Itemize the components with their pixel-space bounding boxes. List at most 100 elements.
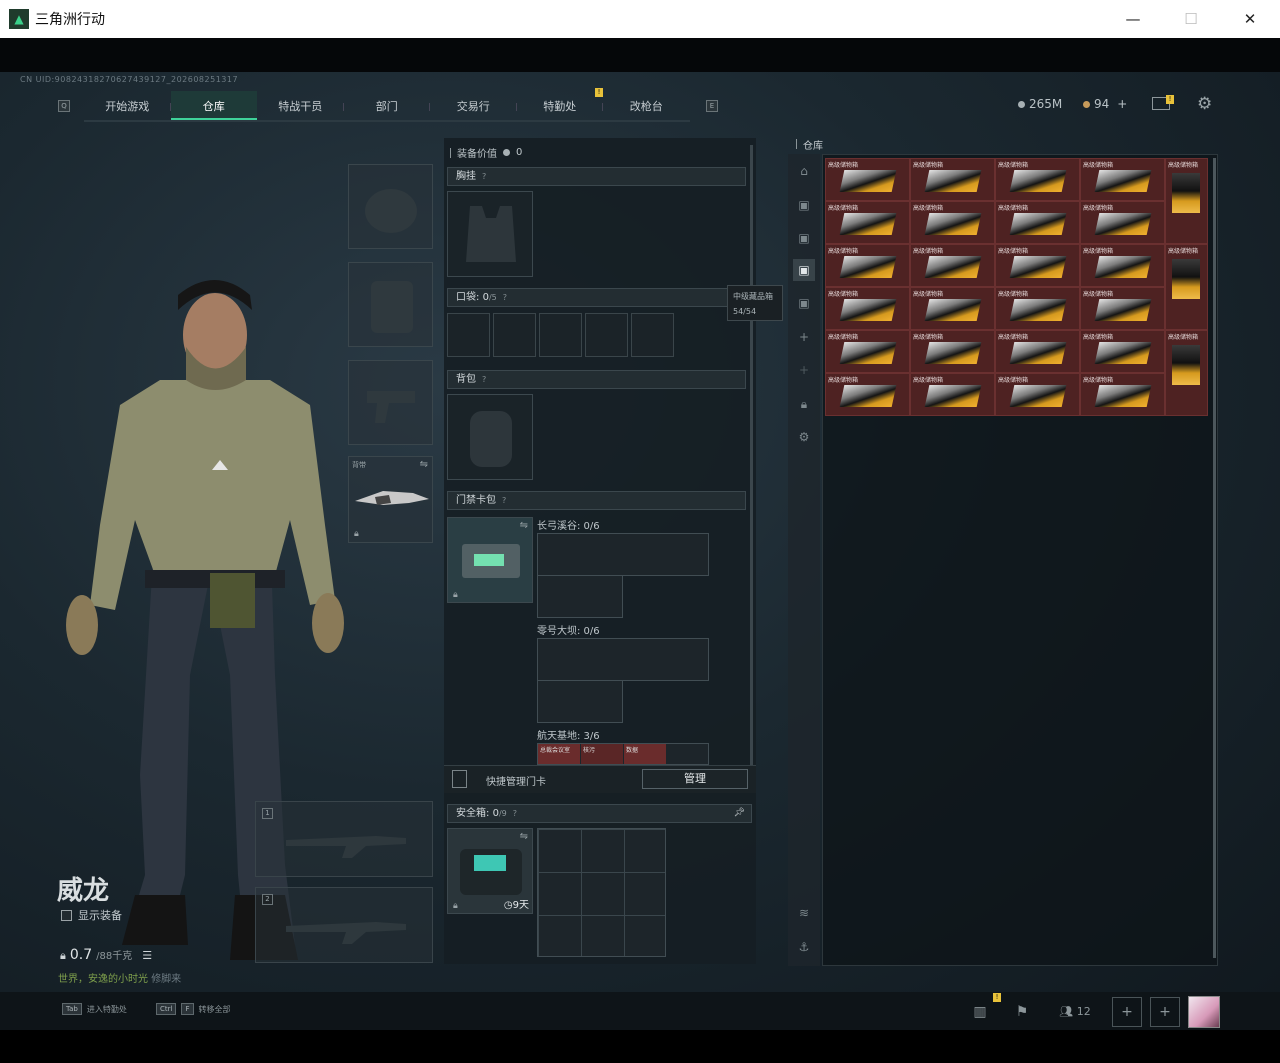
stash-item-storage-box[interactable]: 高级储物箱 — [1080, 201, 1165, 244]
stash-item-storage-box[interactable]: 高级储物箱 — [1080, 373, 1165, 416]
show-equipment-toggle[interactable]: 显示装备 — [61, 907, 122, 923]
help-icon[interactable]: ? — [482, 375, 486, 384]
helmet-slot[interactable] — [348, 164, 433, 249]
pocket-slot[interactable] — [493, 313, 536, 357]
pocket-slot[interactable] — [539, 313, 582, 357]
keycard-grid[interactable] — [537, 533, 709, 576]
add-stash-icon[interactable]: + — [793, 359, 815, 381]
list-icon[interactable]: ☰ — [142, 949, 152, 962]
stash-item-storage-box[interactable]: 高级储物箱 — [910, 158, 995, 201]
stash-item-storage-box[interactable]: 高级储物箱 — [825, 373, 910, 416]
keycard-grid[interactable] — [537, 575, 623, 618]
stash-item-storage-box[interactable]: 高级储物箱 — [910, 244, 995, 287]
gold-currency[interactable]: 94 + — [1083, 97, 1127, 111]
anchor-icon[interactable]: ⚓ — [793, 936, 815, 958]
stash-tab-icon[interactable]: ▣ — [793, 227, 815, 249]
keycard-grid[interactable] — [537, 638, 709, 681]
lock-icon[interactable]: 🔒︎ — [793, 393, 815, 415]
keycard-item[interactable]: 数据 — [624, 744, 666, 764]
add-teammate-button[interactable]: + — [1150, 997, 1180, 1027]
stash-item-storage-box[interactable]: 高级储物箱 — [825, 201, 910, 244]
stash-item-storage-box[interactable]: 高级储物箱 — [910, 373, 995, 416]
safebox-slot[interactable]: ⇋ 🔒︎ ◷9天 — [447, 828, 533, 914]
swap-icon[interactable]: ⇋ — [520, 831, 528, 842]
nav-next-key[interactable]: E — [706, 100, 718, 112]
stash-item-storage-box[interactable]: 高级储物箱 — [910, 330, 995, 373]
add-gold-button[interactable]: + — [1117, 97, 1127, 111]
safebox-grid[interactable] — [537, 828, 666, 957]
stash-item-storage-box[interactable]: 高级储物箱 — [1080, 244, 1165, 287]
tab-gunsmith[interactable]: 改枪台 — [603, 91, 690, 120]
settings-gear-icon[interactable]: ⚙ — [1197, 94, 1212, 114]
stats-icon[interactable]: ▥ — [965, 998, 995, 1026]
close-button[interactable]: ✕ — [1227, 0, 1273, 38]
stash-scrollbar[interactable] — [1213, 158, 1216, 958]
tab-department[interactable]: 部门 — [344, 91, 430, 120]
tab-trading[interactable]: 交易行 — [430, 91, 517, 120]
stash-item-storage-box[interactable]: 高级储物箱 — [825, 158, 910, 201]
stash-tab-icon[interactable]: ▣ — [793, 292, 815, 314]
pocket-slot[interactable] — [585, 313, 628, 357]
nav-prev-key[interactable]: Q — [58, 100, 70, 112]
stash-item-storage-box[interactable]: 高级储物箱 — [995, 201, 1080, 244]
pistol-slot[interactable] — [348, 360, 433, 445]
swap-icon[interactable]: ⇋ — [520, 520, 528, 531]
help-icon[interactable]: ? — [482, 172, 486, 181]
show-equipment-checkbox[interactable] — [61, 909, 72, 921]
loadout-scrollbar[interactable] — [750, 145, 753, 765]
maximize-button[interactable]: ☐ — [1168, 0, 1214, 38]
secondary-weapon-slot[interactable]: 2 — [255, 887, 433, 963]
stash-item-storage-box[interactable]: 高级储物箱 — [1080, 330, 1165, 373]
pin-icon[interactable]: 📌︎ — [734, 805, 745, 822]
keycard-case-slot[interactable]: ⇋ 🔒︎ — [447, 517, 533, 603]
stash-item-storage-box[interactable]: 高级储物箱 — [995, 158, 1080, 201]
layers-icon[interactable]: ≋ — [793, 902, 815, 924]
backpack-slot[interactable] — [447, 394, 533, 480]
manage-keycard-button[interactable]: 管理 — [642, 769, 748, 789]
stash-item-storage-box[interactable]: 高级储物箱 — [1080, 287, 1165, 330]
pocket-slot[interactable] — [447, 313, 490, 357]
stash-tab-icon[interactable]: ▣ — [793, 194, 815, 216]
help-icon[interactable]: ? — [502, 496, 506, 505]
stash-item-storage-box[interactable]: 高级储物箱 — [825, 330, 910, 373]
stash-item-tall-box[interactable]: 高级储物箱 — [1165, 158, 1208, 244]
stash-tab-all-icon[interactable]: ⌂ — [793, 160, 815, 182]
melee-slot[interactable]: 背带 ⇋ 🔒︎ — [348, 456, 433, 543]
keycard-item[interactable]: 核污 — [581, 744, 623, 764]
help-icon[interactable]: ? — [503, 293, 507, 302]
minimize-button[interactable]: — — [1110, 0, 1156, 38]
tab-special-ops[interactable]: 特勤处 — [517, 91, 603, 120]
stash-tab-collection-icon[interactable]: ▣ — [793, 259, 815, 281]
armor-slot[interactable] — [348, 262, 433, 347]
help-icon[interactable]: ? — [513, 809, 517, 818]
keycard-grid[interactable] — [537, 680, 623, 723]
add-stash-icon[interactable]: + — [793, 326, 815, 348]
stash-item-storage-box[interactable]: 高级储物箱 — [995, 373, 1080, 416]
tab-start-game[interactable]: 开始游戏 — [84, 91, 171, 120]
stash-item-storage-box[interactable]: 高级储物箱 — [995, 287, 1080, 330]
friends-button[interactable]: 👥︎ 12 — [1055, 998, 1095, 1026]
stash-item-storage-box[interactable]: 高级储物箱 — [825, 287, 910, 330]
stash-item-storage-box[interactable]: 高级储物箱 — [910, 287, 995, 330]
keycard-grid[interactable]: 总裁会议室 核污 数据 — [537, 743, 709, 765]
pocket-slot[interactable] — [631, 313, 674, 357]
chest-rig-slot[interactable] — [447, 191, 533, 277]
stash-item-storage-box[interactable]: 高级储物箱 — [825, 244, 910, 287]
stash-item-tall-box[interactable]: 高级储物箱 — [1165, 244, 1208, 330]
tab-operators[interactable]: 特战干员 — [257, 91, 344, 120]
tab-warehouse[interactable]: 仓库 — [170, 91, 257, 120]
stash-item-storage-box[interactable]: 高级储物箱 — [995, 244, 1080, 287]
swap-icon[interactable]: ⇋ — [420, 459, 428, 470]
transfer-all-hint[interactable]: Ctrl F 转移全部 — [156, 1003, 231, 1015]
enter-special-ops-hint[interactable]: Tab 进入特勤处 — [62, 1003, 127, 1015]
flag-icon[interactable]: ⚑ — [1007, 998, 1037, 1026]
stash-item-tall-box[interactable]: 高级储物箱 — [1165, 330, 1208, 416]
stash-settings-icon[interactable]: ⚙ — [793, 426, 815, 448]
player-avatar[interactable] — [1188, 996, 1220, 1028]
add-teammate-button[interactable]: + — [1112, 997, 1142, 1027]
stash-item-storage-box[interactable]: 高级储物箱 — [1080, 158, 1165, 201]
stash-item-storage-box[interactable]: 高级储物箱 — [910, 201, 995, 244]
primary-weapon-slot[interactable]: 1 — [255, 801, 433, 877]
keycard-item[interactable]: 总裁会议室 — [538, 744, 580, 764]
stash-item-storage-box[interactable]: 高级储物箱 — [995, 330, 1080, 373]
